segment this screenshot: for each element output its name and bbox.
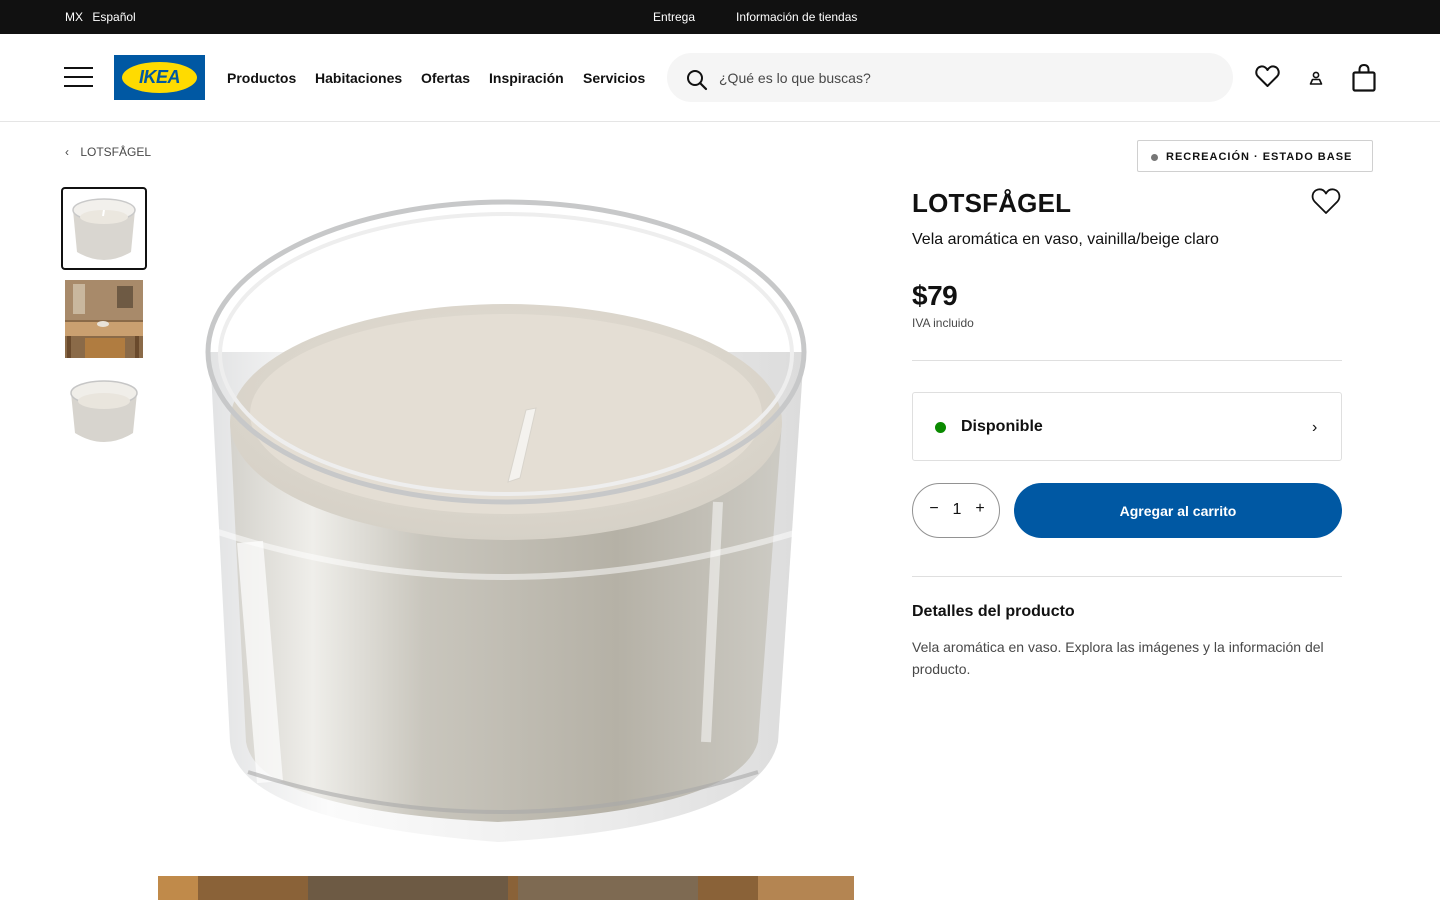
breadcrumb-label: LOTSFÅGEL [80,145,152,159]
thumbnail-2[interactable] [65,280,143,358]
availability-status-dot [935,422,946,433]
decrease-quantity-button[interactable]: − [927,500,941,518]
nav-ofertas[interactable]: Ofertas [421,70,470,86]
product-name: LOTSFÅGEL [912,188,1072,218]
favorite-heart-icon[interactable] [1311,186,1341,221]
availability-label: Disponible [961,418,1043,435]
increase-quantity-button[interactable]: + [973,500,987,518]
product-main-image[interactable] [158,182,854,842]
nav-servicios[interactable]: Servicios [583,70,645,86]
details-text: Vela aromática en vaso. Explora las imág… [912,639,1324,677]
availability-panel[interactable]: Disponible › [912,392,1342,461]
add-to-cart-button[interactable]: Agregar al carrito [1014,483,1342,538]
vat-note: IVA incluido [912,316,974,330]
nav-productos[interactable]: Productos [227,70,296,86]
search-input[interactable] [719,53,1199,102]
heart-icon[interactable] [1255,64,1280,93]
nav-inspiracion[interactable]: Inspiración [489,70,564,86]
breadcrumb[interactable]: ‹ LOTSFÅGEL [65,145,151,159]
product-description: Vela aromática en vaso, vainilla/beige c… [912,231,1219,248]
top-bar: MX Español Entrega Información de tienda… [0,0,1440,34]
store-info-link[interactable]: Información de tiendas [736,10,857,24]
country-code: MX [65,10,83,24]
status-dot [1151,154,1158,161]
main-header: IKEA Productos Habitaciones Ofertas Insp… [0,34,1440,122]
nav-habitaciones[interactable]: Habitaciones [315,70,402,86]
divider [912,576,1342,577]
quantity-value: 1 [952,501,962,518]
chevron-right-icon: › [1312,419,1318,436]
quantity-stepper: − 1 + [912,483,1000,538]
status-badge: RECREACIÓN · ESTADO BASE [1137,140,1373,172]
divider [912,360,1342,361]
shopping-bag-icon[interactable] [1352,63,1376,97]
chevron-left-icon: ‹ [65,145,69,159]
delivery-link[interactable]: Entrega [653,10,695,24]
ikea-logo[interactable]: IKEA [114,55,205,100]
product-price: $79 [912,280,958,311]
thumbnail-1[interactable] [61,187,147,270]
logo-text: IKEA [138,67,181,87]
search-bar[interactable] [667,53,1233,102]
search-icon[interactable] [686,69,708,96]
locale-selector[interactable]: MX Español [65,10,142,24]
language-label: Español [92,10,136,24]
user-icon[interactable] [1309,71,1323,90]
thumbnail-3[interactable] [65,371,143,449]
status-badge-label: RECREACIÓN · ESTADO BASE [1166,151,1353,163]
menu-icon[interactable] [64,67,93,87]
details-title: Detalles del producto [912,603,1075,620]
product-secondary-image[interactable] [158,876,854,900]
